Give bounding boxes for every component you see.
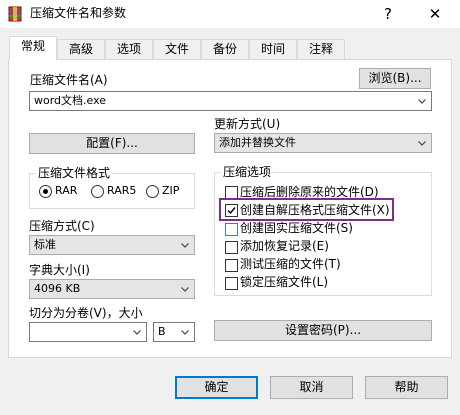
archive-format-title: 压缩文件格式	[36, 166, 113, 180]
cancel-button[interactable]: 取消	[270, 376, 353, 399]
test-files-label: 测试压缩的文件(T)	[240, 257, 341, 271]
test-files-checkbox[interactable]	[225, 259, 238, 272]
chevron-down-icon	[181, 243, 189, 248]
set-password-button[interactable]: 设置密码(P)...	[214, 320, 432, 341]
radio-zip-label: ZIP	[162, 184, 180, 197]
split-size-input[interactable]	[29, 322, 147, 342]
archive-name-input[interactable]: word文档.exe	[29, 91, 432, 111]
split-volume-label: 切分为分卷(V)，大小	[29, 306, 143, 320]
lock-archive-label: 锁定压缩文件(L)	[240, 275, 329, 289]
tab-files[interactable]: 文件	[153, 39, 201, 59]
help-titlebar-button[interactable]: ?	[365, 0, 411, 28]
dictionary-size-value: 4096 KB	[34, 282, 81, 295]
archive-name-label: 压缩文件名(A)	[30, 73, 108, 87]
chevron-down-icon	[181, 287, 189, 292]
split-unit-select[interactable]: B	[153, 322, 195, 342]
ok-button[interactable]: 确定	[175, 376, 258, 399]
radio-zip[interactable]	[146, 185, 159, 198]
close-button[interactable]: ✕	[412, 0, 458, 28]
chevron-down-icon	[418, 99, 426, 104]
radio-rar5-label: RAR5	[107, 184, 137, 197]
recovery-record-label: 添加恢复记录(E)	[240, 239, 329, 253]
lock-archive-checkbox[interactable]	[225, 277, 238, 290]
profiles-button[interactable]: 配置(F)...	[29, 133, 195, 154]
radio-rar[interactable]	[39, 185, 52, 198]
recovery-record-checkbox[interactable]	[225, 241, 238, 254]
compression-method-select[interactable]: 标准	[29, 235, 195, 255]
delete-files-label: 压缩后删除原来的文件(D)	[240, 185, 379, 199]
create-solid-checkbox[interactable]	[225, 223, 238, 236]
compression-method-value: 标准	[34, 238, 56, 251]
window-title: 压缩文件名和参数	[30, 6, 127, 20]
tab-options[interactable]: 选项	[105, 39, 153, 59]
browse-button[interactable]: 浏览(B)...	[359, 68, 431, 89]
winrar-app-icon	[8, 6, 22, 22]
update-mode-select[interactable]: 添加并替换文件	[214, 133, 432, 153]
tab-advanced[interactable]: 高级	[57, 39, 105, 59]
dictionary-size-select[interactable]: 4096 KB	[29, 279, 195, 299]
annotation-highlight-box	[219, 198, 394, 221]
help-button[interactable]: 帮助	[365, 376, 448, 399]
tab-backup[interactable]: 备份	[201, 39, 249, 59]
tab-general[interactable]: 常规	[9, 36, 57, 60]
radio-rar5[interactable]	[91, 185, 104, 198]
chevron-down-icon	[181, 330, 189, 335]
radio-rar-label: RAR	[55, 184, 78, 197]
archiving-options-title: 压缩选项	[221, 165, 274, 179]
chevron-down-icon	[133, 330, 141, 335]
compression-method-label: 压缩方式(C)	[29, 219, 95, 233]
chevron-down-icon	[418, 141, 426, 146]
split-unit-value: B	[158, 325, 166, 338]
archive-name-value: word文档.exe	[34, 94, 107, 107]
update-mode-value: 添加并替换文件	[219, 136, 296, 149]
dictionary-size-label: 字典大小(I)	[29, 263, 90, 277]
create-solid-label: 创建固实压缩文件(S)	[240, 221, 353, 235]
tab-comment[interactable]: 注释	[297, 39, 345, 59]
update-mode-label: 更新方式(U)	[214, 117, 281, 131]
tab-time[interactable]: 时间	[249, 39, 297, 59]
